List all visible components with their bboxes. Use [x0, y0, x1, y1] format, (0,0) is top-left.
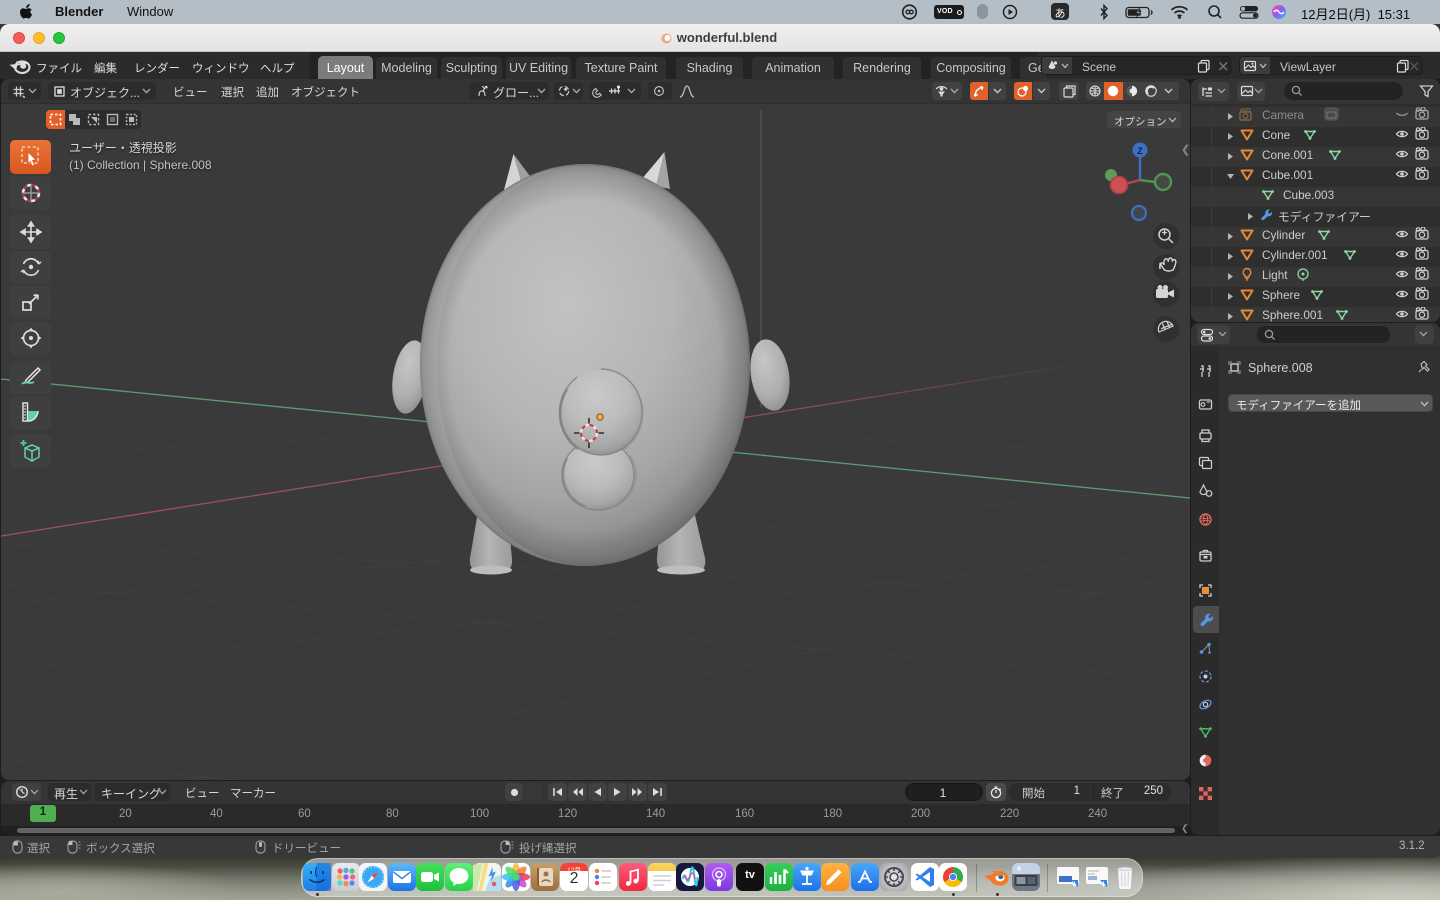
svg-text:Z: Z	[1137, 146, 1143, 156]
